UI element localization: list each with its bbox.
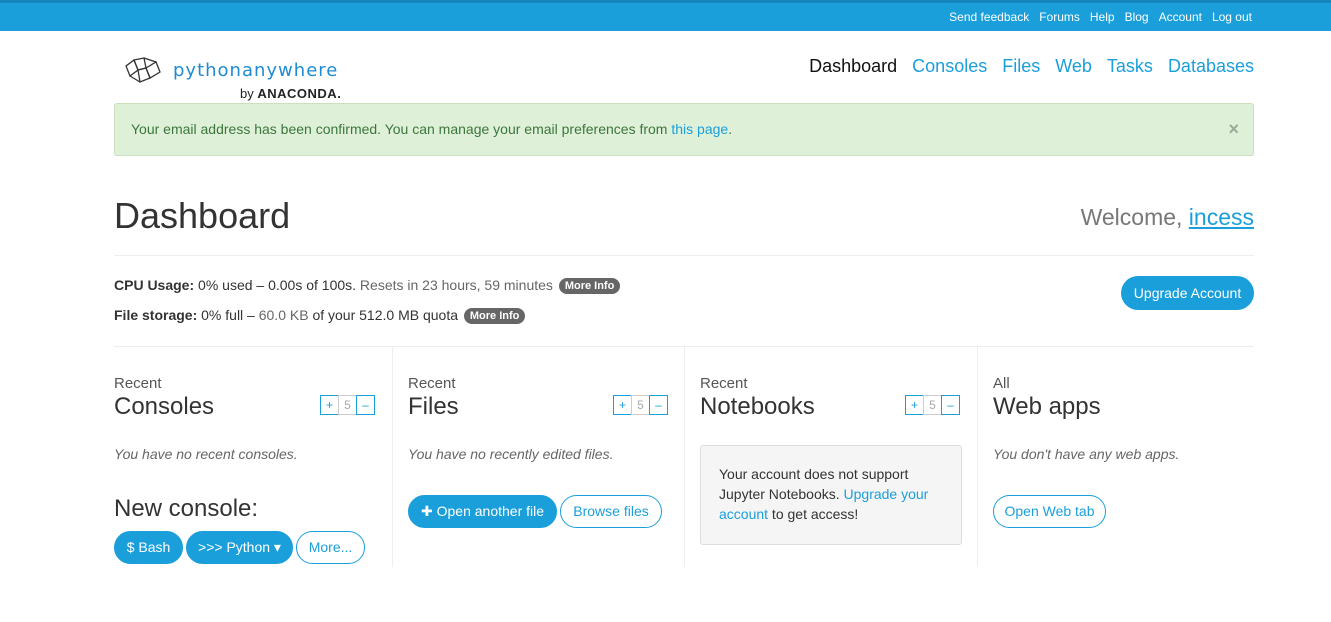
python-console-dropdown[interactable]: >>> Python ▾ (186, 531, 293, 564)
page-title: Dashboard (114, 195, 291, 236)
main-nav: Dashboard Consoles Files Web Tasks Datab… (809, 56, 1254, 77)
blog-link[interactable]: Blog (1125, 10, 1149, 24)
no-consoles-text: You have no recent consoles. (114, 446, 298, 462)
file-storage-value: 0% full – (197, 307, 259, 323)
storage-more-info-badge[interactable]: More Info (463, 308, 526, 324)
increase-button[interactable]: + (320, 395, 339, 415)
logo-wordmark: pythonanywhere (173, 60, 338, 81)
recent-notebooks-panel: Recent Notebooks + 5 – Your account does… (700, 347, 962, 567)
file-storage-used: 60.0 KB (258, 307, 309, 323)
no-files-text: You have no recently edited files. (408, 446, 614, 462)
upgrade-account-button[interactable]: Upgrade Account (1121, 276, 1254, 310)
nav-dashboard[interactable]: Dashboard (809, 56, 897, 77)
recent-files-panel: Recent Files + 5 – You have no recently … (408, 347, 670, 567)
close-icon[interactable]: × (1228, 119, 1239, 140)
cpu-more-info-badge[interactable]: More Info (558, 278, 621, 294)
nav-consoles[interactable]: Consoles (912, 56, 987, 77)
cpu-usage-value: 0% used – 0.00s of 100s. (194, 277, 357, 293)
web-apps-panel: All Web apps You don't have any web apps… (993, 347, 1254, 567)
more-consoles-button[interactable]: More... (296, 531, 365, 564)
notebooks-unsupported-notice: Your account does not support Jupyter No… (700, 445, 962, 545)
alert-end: . (728, 121, 733, 137)
file-storage: File storage: 0% full – 60.0 KB of your … (114, 307, 526, 324)
open-another-file-button[interactable]: ✚ Open another file (408, 495, 557, 528)
logo-byline: by ANACONDA. (240, 86, 341, 101)
count-value: 5 (631, 395, 650, 415)
recent-label: Recent (700, 375, 748, 392)
top-bar: Send feedback Forums Help Blog Account L… (0, 0, 1331, 31)
count-value: 5 (923, 395, 942, 415)
top-links: Send feedback Forums Help Blog Account L… (949, 10, 1252, 24)
nav-databases[interactable]: Databases (1168, 56, 1254, 77)
logo-by: by (240, 86, 254, 101)
no-web-apps-text: You don't have any web apps. (993, 446, 1180, 462)
increase-button[interactable]: + (613, 395, 632, 415)
cpu-usage: CPU Usage: 0% used – 0.00s of 100s. Rese… (114, 277, 621, 294)
column-divider (392, 347, 393, 567)
web-apps-heading: Web apps (993, 393, 1101, 420)
nav-tasks[interactable]: Tasks (1107, 56, 1153, 77)
welcome-prefix: Welcome, (1080, 204, 1189, 230)
file-storage-quota: of your 512.0 MB quota (308, 307, 458, 323)
files-count-stepper: + 5 – (613, 395, 668, 415)
decrease-button[interactable]: – (649, 395, 668, 415)
nav-web[interactable]: Web (1055, 56, 1092, 77)
recent-label: Recent (408, 375, 456, 392)
column-divider (684, 347, 685, 567)
consoles-count-stepper: + 5 – (320, 395, 375, 415)
new-console-label: New console: (114, 495, 259, 522)
alert-text: Your email address has been confirmed. Y… (131, 121, 672, 137)
username-link[interactable]: incess (1189, 204, 1254, 230)
recent-label: Recent (114, 375, 162, 392)
notice-text-end: to get access! (768, 506, 859, 522)
count-value: 5 (338, 395, 357, 415)
consoles-heading: Consoles (114, 393, 215, 420)
cpu-reset-text: Resets in 23 hours, 59 minutes (356, 277, 553, 293)
account-link[interactable]: Account (1159, 10, 1202, 24)
open-web-tab-button[interactable]: Open Web tab (993, 495, 1106, 528)
logo-brand: ANACONDA. (257, 86, 342, 101)
help-link[interactable]: Help (1090, 10, 1115, 24)
logo-word-python: python (173, 60, 242, 81)
nav-files[interactable]: Files (1002, 56, 1040, 77)
divider (114, 255, 1254, 256)
email-preferences-link[interactable]: this page (671, 121, 728, 137)
email-confirmed-alert: Your email address has been confirmed. Y… (114, 103, 1254, 156)
file-storage-label: File storage: (114, 307, 198, 323)
all-label: All (993, 375, 1010, 392)
increase-button[interactable]: + (905, 395, 924, 415)
forums-link[interactable]: Forums (1039, 10, 1080, 24)
logout-link[interactable]: Log out (1212, 10, 1252, 24)
files-heading: Files (408, 393, 459, 420)
notebooks-count-stepper: + 5 – (905, 395, 960, 415)
decrease-button[interactable]: – (941, 395, 960, 415)
recent-consoles-panel: Recent Consoles + 5 – You have no recent… (114, 347, 378, 567)
logo-word-anywhere: anywhere (241, 60, 339, 81)
column-divider (977, 347, 978, 567)
bash-console-button[interactable]: $ Bash (114, 531, 183, 564)
browse-files-button[interactable]: Browse files (560, 495, 662, 528)
decrease-button[interactable]: – (356, 395, 375, 415)
notebooks-heading: Notebooks (700, 393, 815, 420)
welcome-message: Welcome, incess (1081, 204, 1254, 231)
cpu-usage-label: CPU Usage: (114, 277, 195, 293)
pythonanywhere-logo[interactable]: pythonanywhere by ANACONDA. (124, 56, 364, 104)
alert-message: Your email address has been confirmed. Y… (131, 121, 732, 137)
snake-logo-icon (125, 57, 161, 83)
send-feedback-link[interactable]: Send feedback (949, 10, 1029, 24)
